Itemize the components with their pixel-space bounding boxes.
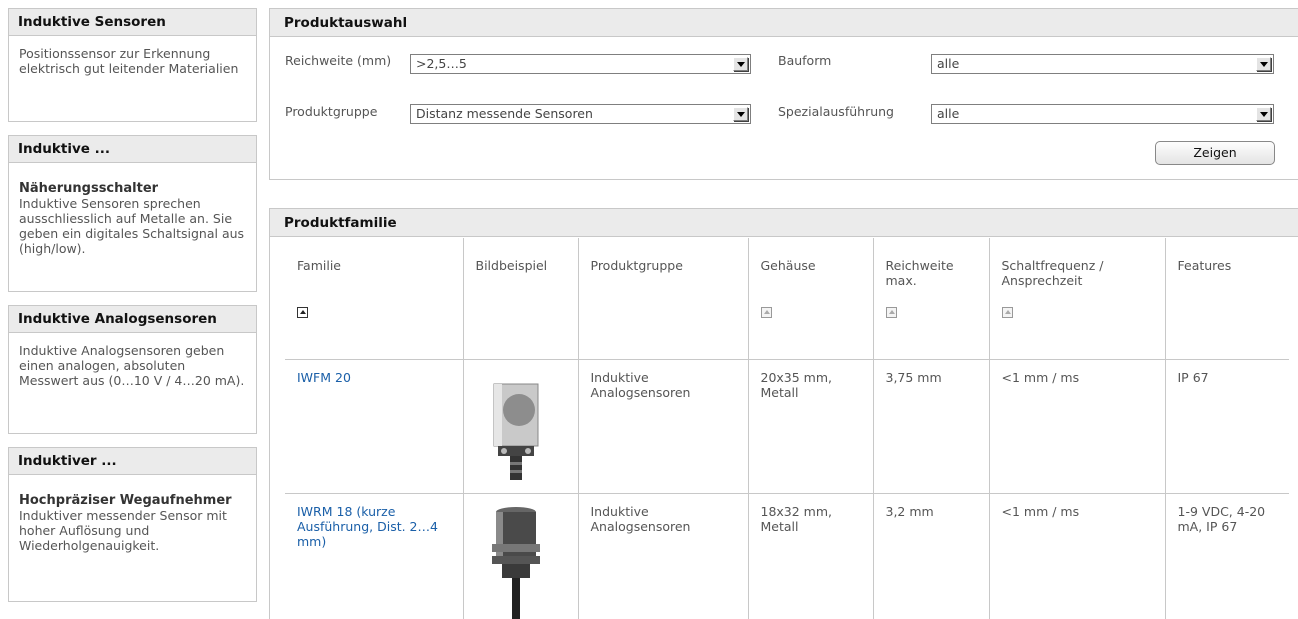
sort-up-icon[interactable] — [1001, 307, 1013, 318]
column-header-schaltfrequenz[interactable]: Schaltfrequenz / Ansprechzeit — [988, 238, 1165, 360]
gehaeuse-cell: 20x35 mm, Metall — [747, 359, 873, 494]
spezialausfuehrung-label: Spezialausführung — [778, 104, 894, 119]
sidebar-box-analogsensoren[interactable]: Induktive Analogsensoren Induktive Analo… — [8, 305, 257, 434]
column-header-label: Produktgruppe — [590, 258, 683, 273]
column-header-label: Bildbeispiel — [475, 258, 548, 273]
reichweite-select[interactable]: >2,5…5 — [410, 54, 751, 74]
schaltfrequenz-cell: <1 mm / ms — [988, 493, 1165, 619]
gehaeuse-cell: 18x32 mm, Metall — [747, 493, 873, 619]
reichweite-select-value: >2,5…5 — [416, 56, 467, 71]
chevron-down-icon[interactable] — [1256, 57, 1271, 71]
sidebar-box-text: Induktiver messender Sensor mit hoher Au… — [19, 508, 227, 553]
features-cell: IP 67 — [1164, 359, 1289, 494]
reichweite-cell: 3,2 mm — [872, 493, 989, 619]
produktgruppe-cell: Induktive Analogsensoren — [577, 493, 748, 619]
column-header-label: Features — [1177, 258, 1232, 273]
column-header-produktgruppe: Produktgruppe — [577, 238, 748, 360]
sidebar: Induktive Sensoren Positionssensor zur E… — [8, 8, 257, 615]
bauform-label: Bauform — [778, 53, 832, 68]
produktgruppe-select-value: Distanz messende Sensoren — [416, 106, 593, 121]
sidebar-box-wegaufnehmer[interactable]: Induktiver ... Hochpräziser Wegaufnehmer… — [8, 447, 257, 602]
column-header-label: Reichweite max. — [885, 258, 954, 288]
sidebar-box-subtitle: Näherungsschalter — [19, 181, 159, 196]
sidebar-box-text: Induktive Analogsensoren geben einen ana… — [19, 343, 245, 388]
column-header-bildbeispiel: Bildbeispiel — [462, 238, 578, 360]
chevron-down-icon[interactable] — [733, 57, 748, 71]
schaltfrequenz-cell: <1 mm / ms — [988, 359, 1165, 494]
produktgruppe-cell: Induktive Analogsensoren — [577, 359, 748, 494]
chevron-down-icon[interactable] — [1256, 107, 1271, 121]
bauform-select[interactable]: alle — [931, 54, 1274, 74]
product-family-panel: Produktfamilie Familie Bildbeispiel Prod… — [269, 208, 1298, 619]
sort-up-icon[interactable] — [297, 307, 308, 318]
sort-up-icon[interactable] — [760, 307, 772, 318]
table-row: IWRM 18 (kurze Ausführung, Dist. 2…4 mm)… — [285, 493, 1289, 619]
spezialausfuehrung-select[interactable]: alle — [931, 104, 1274, 124]
product-link[interactable]: IWRM 18 (kurze Ausführung, Dist. 2…4 mm) — [297, 504, 438, 549]
reichweite-label: Reichweite (mm) — [285, 53, 392, 68]
sidebar-box-text: Induktive Sensoren sprechen ausschliessl… — [19, 196, 245, 256]
features-cell: 1-9 VDC, 4-20 mA, IP 67 — [1164, 493, 1289, 619]
column-header-reichweite[interactable]: Reichweite max. — [872, 238, 989, 360]
sidebar-box-text: Positionssensor zur Erkennung elektrisch… — [19, 46, 239, 76]
product-selection-panel: Produktauswahl Reichweite (mm) >2,5…5 Ba… — [269, 8, 1298, 180]
sidebar-box-title[interactable]: Induktive Analogsensoren — [9, 306, 256, 333]
sidebar-box-naeherungsschalter[interactable]: Induktive ... Näherungsschalter Induktiv… — [8, 135, 257, 292]
sidebar-box-induktive-sensoren[interactable]: Induktive Sensoren Positionssensor zur E… — [8, 8, 257, 122]
sensor-image-iwrm18[interactable] — [476, 504, 556, 619]
column-header-label: Familie — [297, 258, 341, 273]
column-header-label: Gehäuse — [760, 258, 816, 273]
show-button[interactable]: Zeigen — [1155, 141, 1275, 165]
product-image-cell — [462, 359, 578, 494]
produktgruppe-label: Produktgruppe — [285, 104, 378, 119]
column-header-label: Schaltfrequenz / Ansprechzeit — [1001, 258, 1104, 288]
reichweite-cell: 3,75 mm — [872, 359, 989, 494]
product-link[interactable]: IWFM 20 — [297, 370, 351, 385]
sidebar-box-title[interactable]: Induktiver ... — [9, 448, 256, 475]
panel-title: Produktfamilie — [270, 209, 1298, 237]
table-header-row: Familie Bildbeispiel Produktgruppe Gehäu… — [285, 238, 1289, 360]
table-row: IWFM 20 Induktive Analogsensoren 20x35 m… — [285, 359, 1289, 494]
column-header-gehaeuse[interactable]: Gehäuse — [747, 238, 873, 360]
bauform-select-value: alle — [937, 56, 960, 71]
sort-up-icon[interactable] — [885, 307, 897, 318]
sidebar-box-subtitle: Hochpräziser Wegaufnehmer — [19, 493, 232, 508]
chevron-down-icon[interactable] — [733, 107, 748, 121]
spezialausfuehrung-select-value: alle — [937, 106, 960, 121]
produktgruppe-select[interactable]: Distanz messende Sensoren — [410, 104, 751, 124]
column-header-features: Features — [1164, 238, 1289, 360]
product-image-cell — [462, 493, 578, 619]
sidebar-box-title[interactable]: Induktive Sensoren — [9, 9, 256, 36]
sensor-image-iwfm20[interactable] — [476, 370, 556, 490]
column-header-familie[interactable]: Familie — [285, 238, 463, 360]
sidebar-box-title[interactable]: Induktive ... — [9, 136, 256, 163]
panel-title: Produktauswahl — [270, 9, 1298, 37]
product-family-table: Familie Bildbeispiel Produktgruppe Gehäu… — [285, 238, 1289, 619]
